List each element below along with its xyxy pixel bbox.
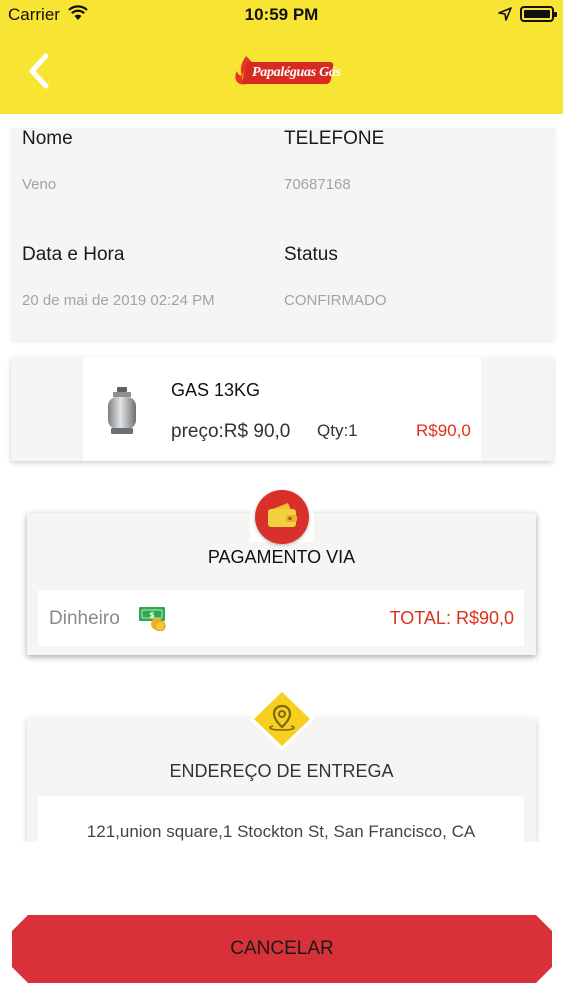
delivery-title: ENDEREÇO DE ENTREGA [169, 761, 394, 781]
payment-method-row: Dinheiro $ TOTAL: R$90,0 [38, 590, 524, 646]
svg-text:$: $ [149, 611, 155, 620]
clock: 10:59 PM [244, 5, 319, 24]
name-label: Nome [22, 128, 73, 149]
address-row: 121,union square,1 Stockton St, San Fran… [38, 796, 524, 842]
back-chevron-icon[interactable] [22, 50, 58, 92]
product-total: R$90,0 [416, 421, 471, 440]
payment-method: Dinheiro [49, 608, 120, 629]
payment-badge-circle [255, 490, 309, 544]
product-item: GAS 13KG preço:R$ 90,0 Qty:1 R$90,0 [83, 357, 481, 461]
logo-text: Papaléguas Gás [252, 65, 341, 80]
name-value: Veno [22, 176, 57, 193]
datetime-value: 20 de mai de 2019 02:24 PM [22, 292, 215, 309]
location-arrow-icon [498, 7, 512, 21]
phone-value: 70687168 [284, 176, 351, 193]
cancel-button-label: CANCELAR [230, 938, 334, 959]
payment-title: PAGAMENTO VIA [207, 547, 356, 567]
payment-total: TOTAL: R$90,0 [389, 608, 514, 628]
gas-cylinder-icon [108, 387, 136, 434]
content-fade [0, 842, 563, 902]
status-label: Status [284, 244, 338, 265]
product-card: GAS 13KG preço:R$ 90,0 Qty:1 R$90,0 [11, 357, 553, 461]
product-name: GAS 13KG [171, 380, 261, 400]
product-price: preço:R$ 90,0 [171, 421, 291, 442]
datetime-label: Data e Hora [22, 244, 125, 265]
product-quantity: Qty:1 [317, 421, 358, 440]
delivery-address: 121,union square,1 Stockton St, San Fran… [86, 822, 476, 841]
cash-icon: $ [139, 607, 166, 631]
status-bar: Carrier 10:59 PM [0, 0, 563, 30]
location-pin-icon [249, 687, 315, 751]
header-bar: Carrier 10:59 PM Papaléguas Gás [0, 0, 563, 114]
phone-label: TELEFONE [284, 128, 385, 149]
app-logo: Papaléguas Gás [232, 54, 341, 88]
status-value: CONFIRMADO [284, 292, 387, 309]
wallet-icon [268, 503, 297, 527]
battery-icon [520, 6, 557, 22]
cancel-button[interactable]: CANCELAR [12, 915, 552, 983]
order-info-card: Nome Veno TELEFONE 70687168 Data e Hora … [11, 128, 555, 340]
